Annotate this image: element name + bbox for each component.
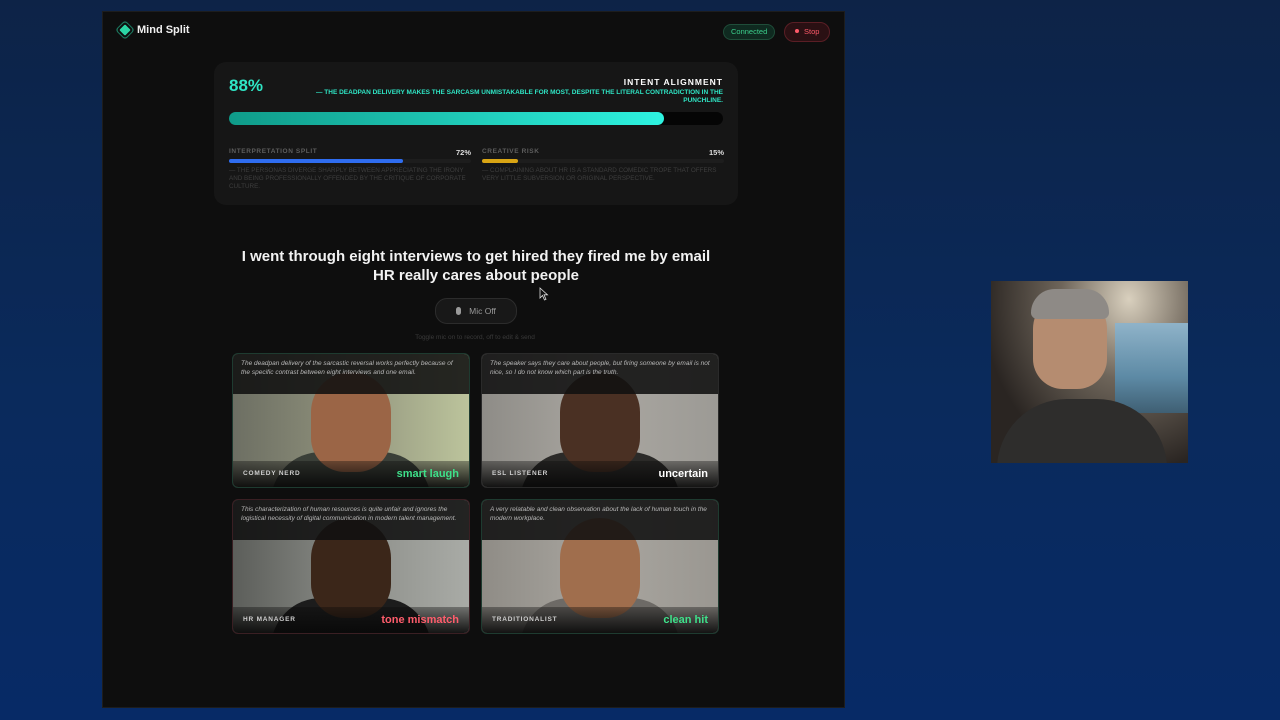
intent-percent: 88% [229,76,264,95]
persona-role: HR MANAGER [243,616,296,623]
metric-value: 72% [455,148,471,157]
microphone-icon [456,306,462,315]
persona-verdict: tone mismatch [381,614,459,626]
persona-quote: The speaker says they care about people,… [482,354,718,394]
interpretation-split-metric: INTERPRETATION SPLIT 72% — THE PERSONAS … [229,148,471,191]
metric-description: — COMPLAINING ABOUT HR IS A STANDARD COM… [482,167,717,182]
persona-quote: This characterization of human resources… [233,500,469,540]
metric-label: INTERPRETATION SPLIT [229,148,318,155]
stop-dot-icon [795,29,799,34]
intent-progress-bar [229,112,723,125]
app-window: Mind Split Connected Stop 88% INTENT ALI… [103,12,844,707]
metric-bar-fill [229,159,404,163]
intent-description: — THE DEADPAN DELIVERY MAKES THE SARCASM… [316,89,723,104]
mic-toggle-label: Mic Off [469,306,496,316]
background-painting [1115,323,1188,413]
creative-risk-metric: CREATIVE RISK 15% — COMPLAINING ABOUT HR… [482,148,724,183]
metric-description: — THE PERSONAS DIVERGE SHARPLY BETWEEN A… [229,167,466,190]
persona-quote: The deadpan delivery of the sarcastic re… [233,354,469,394]
intent-progress-fill [229,112,664,125]
persona-verdict: smart laugh [396,468,459,480]
persona-card-hr-manager[interactable]: This characterization of human resources… [232,499,470,634]
persona-role: TRADITIONALIST [492,616,558,623]
persona-card-traditionalist[interactable]: A very relatable and clean observation a… [481,499,719,634]
persona-role: ESL LISTENER [492,470,549,477]
connection-status-badge: Connected [723,24,776,40]
metric-value: 15% [708,148,724,157]
mic-hint: Toggle mic on to record, off to edit & s… [415,334,535,341]
transcript-text: I went through eight interviews to get h… [241,248,711,284]
persona-role: COMEDY NERD [243,470,301,477]
metric-bar-fill [482,159,519,163]
metric-bar [482,159,724,163]
persona-card-esl-listener[interactable]: The speaker says they care about people,… [481,353,719,488]
app-title: Mind Split [137,24,190,36]
webcam-preview [991,281,1188,463]
intent-title: INTENT ALIGNMENT [623,77,723,87]
stop-button[interactable]: Stop [784,22,831,42]
metrics-panel: 88% INTENT ALIGNMENT — THE DEADPAN DELIV… [214,62,738,205]
mic-toggle-button[interactable]: Mic Off [435,298,517,324]
metric-label: CREATIVE RISK [482,148,540,155]
top-bar: Mind Split Connected Stop [103,12,844,52]
persona-quote: A very relatable and clean observation a… [482,500,718,540]
mouse-cursor-icon [539,287,549,301]
stop-button-label: Stop [804,27,820,36]
persona-verdict: uncertain [658,468,708,480]
persona-card-comedy-nerd[interactable]: The deadpan delivery of the sarcastic re… [232,353,470,488]
diamond-logo-icon [119,24,131,36]
persona-verdict: clean hit [663,614,708,626]
metric-bar [229,159,471,163]
